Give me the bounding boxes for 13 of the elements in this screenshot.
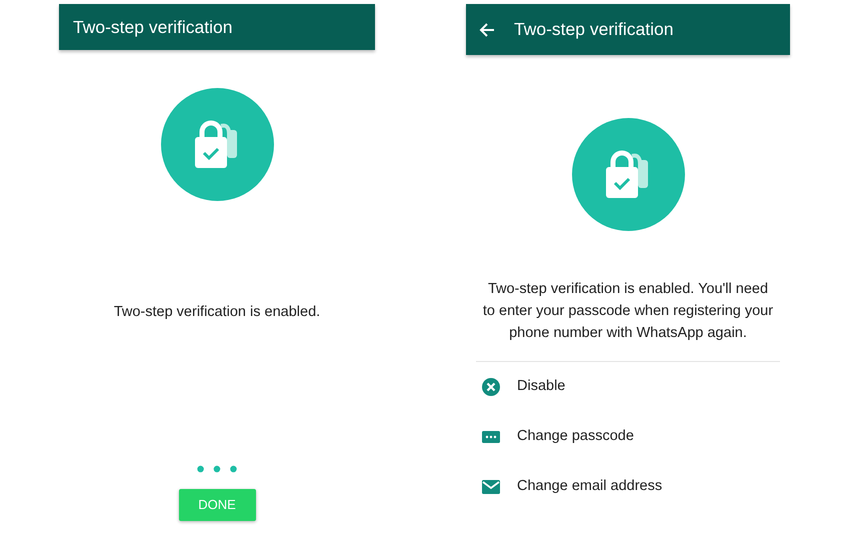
menu-option[interactable]: Change passcode — [466, 412, 790, 462]
mail-icon — [481, 477, 501, 497]
status-message: Two-step verification is enabled. You'll need to enter your passcode when registering your phone number with WhatsApp again. — [482, 280, 774, 343]
screen-title: Two-step verification — [73, 16, 233, 39]
progress-dot: • — [196, 463, 205, 477]
menu-option[interactable]: Disable — [466, 362, 790, 412]
progress-dot: • — [229, 463, 238, 477]
progress-dot: • — [212, 463, 222, 477]
close-circle-icon — [481, 377, 501, 397]
status-message: Two-step verification is enabled. — [114, 303, 320, 322]
screen-title: Two-step verification — [514, 18, 674, 42]
back-button[interactable] — [478, 20, 496, 38]
menu-option[interactable]: Change email address — [466, 462, 790, 512]
